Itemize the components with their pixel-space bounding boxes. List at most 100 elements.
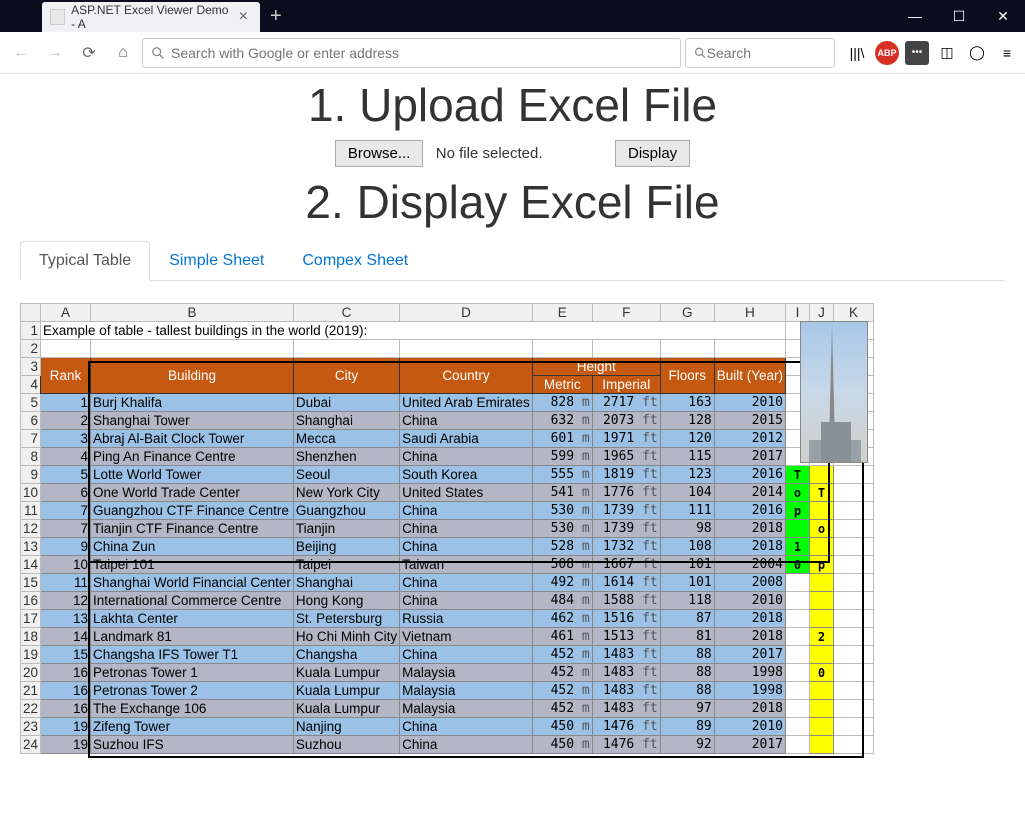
adblock-icon[interactable]: ABP (875, 41, 899, 65)
top20-label (810, 718, 834, 736)
url-input[interactable] (171, 45, 672, 61)
tab-simple-sheet[interactable]: Simple Sheet (150, 241, 283, 281)
search-icon (694, 46, 707, 60)
table-row[interactable]: 12 7 Tianjin CTF Finance Centre Tianjin … (21, 520, 874, 538)
table-row[interactable]: 17 13 Lakhta Center St. Petersburg Russi… (21, 610, 874, 628)
top20-label (810, 736, 834, 754)
tab-typical-table[interactable]: Typical Table (20, 241, 150, 281)
col-header-J[interactable]: J (810, 304, 834, 322)
top20-label (810, 646, 834, 664)
window-titlebar: ASP.NET Excel Viewer Demo - A × + — ☐ ✕ (0, 0, 1025, 32)
tab-title: ASP.NET Excel Viewer Demo - A (71, 3, 235, 31)
browse-button[interactable]: Browse... (335, 140, 424, 167)
top10-label: o (786, 484, 810, 502)
table-row[interactable]: 23 19 Zifeng Tower Nanjing China 450 m 1… (21, 718, 874, 736)
hdr-built: Built (Year) (714, 358, 785, 394)
hdr-height: Height (532, 358, 660, 376)
menu-icon[interactable]: ≡ (995, 41, 1019, 65)
display-button[interactable]: Display (615, 140, 690, 167)
hdr-city: City (293, 358, 399, 394)
heading-display: 2. Display Excel File (20, 175, 1005, 229)
minimize-button[interactable]: — (893, 0, 937, 32)
table-row[interactable]: 5 1 Burj Khalifa Dubai United Arab Emira… (21, 394, 874, 412)
table-row[interactable]: 18 14 Landmark 81 Ho Chi Minh City Vietn… (21, 628, 874, 646)
back-button[interactable]: ← (6, 38, 36, 68)
window-controls: — ☐ ✕ (893, 0, 1025, 32)
heading-upload: 1. Upload Excel File (20, 78, 1005, 132)
new-tab-button[interactable]: + (260, 0, 292, 32)
sheet-tabs: Typical Table Simple Sheet Compex Sheet (20, 241, 1005, 281)
table-row[interactable]: 22 16 The Exchange 106 Kuala Lumpur Mala… (21, 700, 874, 718)
top10-label: 1 (786, 538, 810, 556)
table-row[interactable]: 21 16 Petronas Tower 2 Kuala Lumpur Mala… (21, 682, 874, 700)
table-caption: Example of table - tallest buildings in … (41, 322, 786, 340)
table-row[interactable]: 24 19 Suzhou IFS Suzhou China 450 m 1476… (21, 736, 874, 754)
hdr-rank: Rank (41, 358, 91, 394)
top20-label (810, 592, 834, 610)
table-row[interactable]: 14 10 Taipei 101 Taipei Taiwan 508 m 166… (21, 556, 874, 574)
toolbar-icons: |||\ ABP ••• ◫ ◯ ≡ (845, 41, 1019, 65)
top20-label (810, 682, 834, 700)
account-icon[interactable]: ◯ (965, 41, 989, 65)
col-header-E[interactable]: E (532, 304, 592, 322)
table-row[interactable]: 6 2 Shanghai Tower Shanghai China 632 m … (21, 412, 874, 430)
table-row[interactable]: 19 15 Changsha IFS Tower T1 Changsha Chi… (21, 646, 874, 664)
reload-button[interactable]: ⟳ (74, 38, 104, 68)
col-header-G[interactable]: G (660, 304, 714, 322)
table-row[interactable]: 10 6 One World Trade Center New York Cit… (21, 484, 874, 502)
search-bar[interactable] (685, 38, 835, 68)
library-icon[interactable]: |||\ (845, 41, 869, 65)
url-bar[interactable] (142, 38, 681, 68)
browser-navbar: ← → ⟳ ⌂ |||\ ABP ••• ◫ ◯ ≡ (0, 32, 1025, 74)
maximize-button[interactable]: ☐ (937, 0, 981, 32)
top20-label: o (810, 520, 834, 538)
sidebar-icon[interactable]: ◫ (935, 41, 959, 65)
search-input[interactable] (707, 45, 826, 61)
top20-label (810, 538, 834, 556)
top20-label (810, 466, 834, 484)
hdr-country: Country (400, 358, 533, 394)
top20-label (810, 610, 834, 628)
top10-label: p (786, 502, 810, 520)
top10-label: T (786, 466, 810, 484)
hdr-building: Building (91, 358, 294, 394)
browser-tab-strip: ASP.NET Excel Viewer Demo - A × + (42, 0, 292, 32)
top10-label: 0 (786, 556, 810, 574)
table-row[interactable]: 8 4 Ping An Finance Centre Shenzhen Chin… (21, 448, 874, 466)
forward-button[interactable]: → (40, 38, 70, 68)
col-header-K[interactable]: K (834, 304, 874, 322)
browser-tab-active[interactable]: ASP.NET Excel Viewer Demo - A × (42, 2, 260, 32)
table-row[interactable]: 7 3 Abraj Al-Bait Clock Tower Mecca Saud… (21, 430, 874, 448)
top10-label (786, 520, 810, 538)
top20-label: 0 (810, 664, 834, 682)
close-window-button[interactable]: ✕ (981, 0, 1025, 32)
tab-compex-sheet[interactable]: Compex Sheet (283, 241, 427, 281)
table-row[interactable]: 11 7 Guangzhou CTF Finance Centre Guangz… (21, 502, 874, 520)
col-header-B[interactable]: B (91, 304, 294, 322)
search-icon (151, 46, 165, 60)
col-header-A[interactable]: A (41, 304, 91, 322)
building-image (800, 321, 868, 463)
table-row[interactable]: 13 9 China Zun Beijing China 528 m 1732 … (21, 538, 874, 556)
table-row[interactable]: 16 12 International Commerce Centre Hong… (21, 592, 874, 610)
top20-label: 2 (810, 628, 834, 646)
col-header-F[interactable]: F (592, 304, 660, 322)
home-button[interactable]: ⌂ (108, 38, 138, 68)
table-row[interactable]: 20 16 Petronas Tower 1 Kuala Lumpur Mala… (21, 664, 874, 682)
top20-label: p (810, 556, 834, 574)
top20-label: T (810, 484, 834, 502)
top20-label (810, 700, 834, 718)
close-tab-icon[interactable]: × (235, 8, 252, 26)
top20-label (810, 502, 834, 520)
file-status-label: No file selected. (436, 145, 543, 162)
table-row[interactable]: 15 11 Shanghai World Financial Center Sh… (21, 574, 874, 592)
extension-icon[interactable]: ••• (905, 41, 929, 65)
spreadsheet[interactable]: ABCDEFGHIJK 1 Example of table - tallest b… (20, 303, 874, 754)
spreadsheet-container: ABCDEFGHIJK 1 Example of table - tallest b… (20, 303, 1005, 754)
col-header-I[interactable]: I (786, 304, 810, 322)
table-row[interactable]: 9 5 Lotte World Tower Seoul South Korea … (21, 466, 874, 484)
top20-label (810, 574, 834, 592)
col-header-C[interactable]: C (293, 304, 399, 322)
col-header-H[interactable]: H (714, 304, 785, 322)
col-header-D[interactable]: D (400, 304, 533, 322)
